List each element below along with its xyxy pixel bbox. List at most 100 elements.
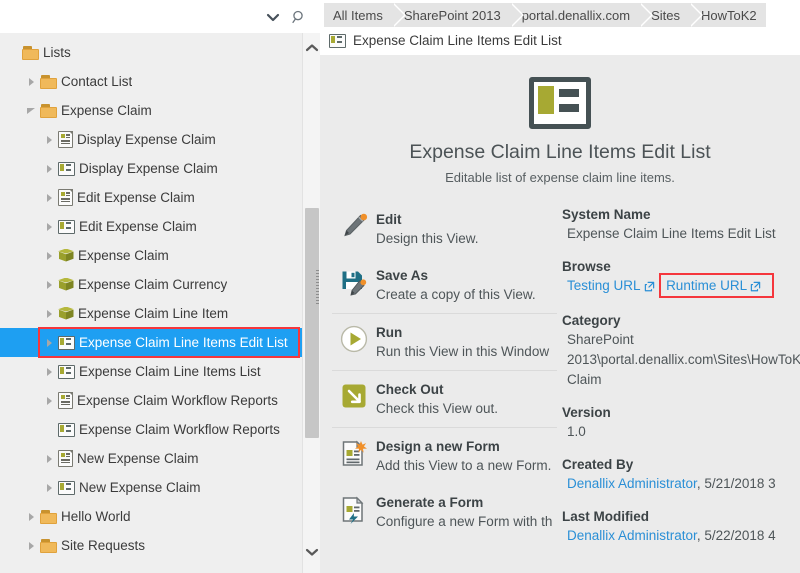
tree-item-label: Display Expense Claim: [73, 132, 216, 147]
tree-item[interactable]: New Expense Claim: [0, 444, 302, 473]
tree-item[interactable]: Display Expense Claim: [0, 154, 302, 183]
expand-arrow-icon[interactable]: [40, 483, 58, 493]
form-icon: [58, 189, 73, 206]
expand-arrow-icon[interactable]: [22, 512, 40, 522]
system-name-value: Expense Claim Line Items Edit List: [562, 224, 800, 244]
run-icon: [339, 324, 369, 354]
testing-url-link[interactable]: Testing URL: [567, 278, 641, 293]
tree-item-label: Contact List: [57, 74, 132, 89]
action-item[interactable]: Generate a FormConfigure a new Form with…: [332, 484, 557, 540]
runtime-url-link[interactable]: Runtime URL: [666, 278, 747, 293]
expand-arrow-icon[interactable]: [40, 251, 58, 261]
expand-arrow-icon[interactable]: [40, 222, 58, 232]
properties-list: System Name Expense Claim Line Items Edi…: [557, 201, 800, 559]
action-item[interactable]: Check OutCheck this View out.: [332, 370, 557, 427]
expand-arrow-icon[interactable]: [40, 309, 58, 319]
created-by-date: , 5/21/2018 3: [697, 476, 776, 491]
tree-item[interactable]: Edit Expense Claim: [0, 212, 302, 241]
tree-item-label: Expense Claim Line Items Edit List: [75, 335, 288, 350]
new-form-icon: [339, 438, 369, 468]
tree-item[interactable]: Expense Claim: [0, 241, 302, 270]
action-item[interactable]: Save AsCreate a copy of this View.: [332, 257, 557, 313]
pane-splitter[interactable]: [316, 0, 320, 573]
tree-item[interactable]: Site Requests: [0, 531, 302, 560]
tree-item[interactable]: Expense Claim Workflow Reports: [0, 386, 302, 415]
field-version: Version 1.0: [562, 403, 800, 442]
tree-item[interactable]: Edit Expense Claim: [0, 183, 302, 212]
tree-item[interactable]: Hello World: [0, 502, 302, 531]
last-modified-label: Last Modified: [562, 507, 800, 526]
action-title: Generate a Form: [376, 495, 483, 510]
splitter-grip-icon: [316, 270, 319, 304]
breadcrumb-item[interactable]: All Items: [324, 3, 392, 27]
action-description: Design this View.: [376, 230, 479, 248]
folder-icon: [40, 104, 57, 118]
expand-arrow-icon[interactable]: [40, 454, 58, 464]
expand-arrow-icon[interactable]: [40, 193, 58, 203]
pencil-icon: [332, 210, 376, 241]
action-item[interactable]: Design a new FormAdd this View to a new …: [332, 427, 557, 484]
view-icon: [58, 365, 75, 379]
view-icon: [58, 162, 75, 176]
tree-item-selected[interactable]: Expense Claim Line Items Edit List: [0, 328, 302, 357]
breadcrumb-bar: All ItemsSharePoint 2013portal.denallix.…: [320, 0, 800, 55]
search-icon[interactable]: [286, 4, 312, 30]
collapse-arrow-icon[interactable]: [22, 106, 40, 115]
expand-arrow-icon[interactable]: [40, 135, 58, 145]
tree-item-label: Expense Claim: [57, 103, 152, 118]
form-icon: [58, 131, 73, 148]
tree-item[interactable]: Display Expense Claim: [0, 125, 302, 154]
created-by-user-link[interactable]: Denallix Administrator: [567, 476, 697, 491]
tree-item-label: New Expense Claim: [73, 451, 199, 466]
form-icon: [58, 450, 73, 467]
tree-item[interactable]: Expense Claim Line Items List: [0, 357, 302, 386]
expand-arrow-icon[interactable]: [40, 280, 58, 290]
tree-item[interactable]: Expense Claim: [0, 96, 302, 125]
breadcrumb-item[interactable]: portal.denallix.com: [510, 3, 639, 27]
actions-list: Edit Design this View. Save AsCreate a cop…: [320, 201, 557, 559]
tree-item-label: Expense Claim Currency: [74, 277, 227, 292]
browse-label: Browse: [562, 257, 800, 276]
tree-item-label: Display Expense Claim: [75, 161, 218, 176]
action-title: Edit: [376, 212, 402, 227]
expand-arrow-icon[interactable]: [40, 367, 58, 377]
form-icon: [58, 392, 73, 409]
tree-item[interactable]: Expense Claim Line Item: [0, 299, 302, 328]
field-browse: Browse Testing URL|Runtime URL: [562, 257, 800, 298]
item-header: Expense Claim Line Items Edit List Edita…: [320, 55, 800, 201]
view-icon: [58, 423, 75, 437]
version-value: 1.0: [562, 422, 800, 442]
last-modified-value: Denallix Administrator, 5/22/2018 4: [562, 526, 800, 546]
smartobject-icon: [58, 306, 74, 322]
breadcrumb[interactable]: All ItemsSharePoint 2013portal.denallix.…: [324, 3, 800, 27]
run-icon: [332, 323, 376, 354]
expand-arrow-icon[interactable]: [40, 164, 58, 174]
action-description: Add this View to a new Form.: [376, 457, 551, 475]
expand-arrow-icon[interactable]: [40, 338, 58, 348]
last-modified-user-link[interactable]: Denallix Administrator: [567, 528, 697, 543]
tree-item[interactable]: New Expense Claim: [0, 473, 302, 502]
tree-item-label: Expense Claim Line Items List: [75, 364, 261, 379]
action-item[interactable]: Edit Design this View.: [332, 201, 557, 257]
action-item[interactable]: RunRun this View in this Window: [332, 313, 557, 370]
tree-item-label: Expense Claim Workflow Reports: [75, 422, 280, 437]
tree-item-label: Site Requests: [57, 538, 145, 553]
object-tree[interactable]: Lists Contact List Expense Claim Display Ex…: [0, 33, 302, 573]
expand-arrow-icon[interactable]: [22, 77, 40, 87]
tree-item-label: Expense Claim: [74, 248, 169, 263]
tree-item-label: Edit Expense Claim: [73, 190, 195, 205]
smartobject-icon: [58, 248, 74, 264]
breadcrumb-item[interactable]: SharePoint 2013: [392, 3, 510, 27]
folder-icon: [40, 539, 57, 553]
expand-arrow-icon[interactable]: [22, 541, 40, 551]
chevron-down-icon[interactable]: [260, 4, 286, 30]
version-label: Version: [562, 403, 800, 422]
tree-item-label: Lists: [39, 45, 71, 60]
category-label: Category: [562, 311, 800, 330]
tree-item[interactable]: Expense Claim Workflow Reports: [0, 415, 302, 444]
expand-arrow-icon[interactable]: [40, 396, 58, 406]
detail-pane: All ItemsSharePoint 2013portal.denallix.…: [320, 0, 800, 573]
tree-item[interactable]: Expense Claim Currency: [0, 270, 302, 299]
tree-item[interactable]: Contact List: [0, 67, 302, 96]
tree-item[interactable]: Lists: [0, 38, 302, 67]
